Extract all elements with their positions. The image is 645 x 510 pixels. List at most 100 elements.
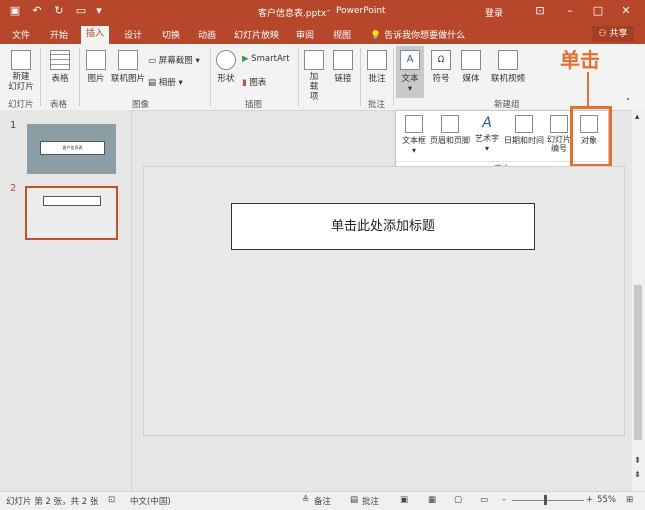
links-button[interactable]: 链接: [330, 50, 356, 84]
picture-icon: [86, 50, 106, 70]
tell-me-text: 告诉我你想要做什么: [384, 31, 466, 41]
click-callout-text: 单击: [560, 48, 600, 72]
spell-check-icon[interactable]: ⊡: [108, 495, 115, 505]
new-slide-button[interactable]: 新建 幻灯片: [4, 50, 38, 92]
chart-button[interactable]: ▮ 图表: [242, 76, 266, 88]
slide-number-icon: [550, 115, 568, 133]
shapes-label: 形状: [217, 74, 235, 84]
textbox-button[interactable]: 文本框 ▾: [400, 115, 428, 155]
scrollbar-thumb[interactable]: [634, 285, 642, 440]
group-label-slides: 幻灯片: [8, 100, 34, 110]
wordart-button[interactable]: A 艺术字 ▾: [472, 115, 502, 153]
minimize-icon[interactable]: –: [560, 3, 580, 19]
speaker-icon: [461, 50, 481, 70]
screenshot-label: 屏幕截图: [158, 56, 193, 66]
omega-icon: Ω: [431, 50, 451, 70]
slide2-title-placeholder: [43, 196, 101, 206]
symbols-button[interactable]: Ω 符号: [428, 50, 454, 84]
zoom-level[interactable]: 55%: [597, 495, 616, 505]
photo-album-button[interactable]: ▤ 相册 ▾: [148, 76, 183, 88]
ribbon-insert: 新建 幻灯片 幻灯片 表格 表格 图片 联机图片 ▭ 屏幕截图 ▾ ▤ 相册 ▾…: [0, 44, 645, 111]
slide-number-2: 2: [10, 183, 17, 194]
status-bar: 幻灯片 第 2 张，共 2 张 ⊡ 中文(中国) ≙ 备注 ▤ 批注 ▣ ▦ ▢…: [0, 491, 645, 510]
next-slide-icon[interactable]: ⇟: [634, 470, 641, 480]
ribbon-display-options-icon[interactable]: ⊡: [530, 3, 550, 19]
normal-view-icon[interactable]: ▣: [400, 495, 408, 505]
media-button[interactable]: 媒体: [458, 50, 484, 84]
callout-line: [587, 72, 589, 106]
zoom-in-icon[interactable]: +: [586, 495, 593, 505]
pictures-label: 图片: [87, 74, 105, 84]
comments-button[interactable]: 批注: [362, 495, 379, 507]
date-time-button[interactable]: 日期和时间: [502, 115, 546, 146]
tab-home[interactable]: 开始: [50, 28, 68, 42]
textbox-icon: [405, 115, 423, 133]
slideshow-icon[interactable]: ▭: [480, 495, 488, 505]
links-label: 链接: [334, 74, 352, 84]
group-label-tables: 表格: [50, 100, 68, 110]
customize-toolbar-icon[interactable]: ▾: [92, 4, 106, 18]
online-video-button[interactable]: 联机视频: [490, 50, 526, 84]
text-label: 文本: [401, 74, 419, 84]
addins-button[interactable]: 加载项: [302, 50, 326, 102]
tab-review[interactable]: 审阅: [296, 28, 314, 42]
redo-icon[interactable]: ↻: [52, 4, 66, 18]
zoom-slider[interactable]: [512, 500, 584, 501]
slide-thumbnail-2[interactable]: [25, 186, 118, 240]
pictures-button[interactable]: 图片: [84, 50, 108, 84]
online-pictures-label: 联机图片: [110, 74, 145, 84]
slide-number-label: 幻灯片 编号: [547, 135, 571, 153]
zoom-out-icon[interactable]: –: [502, 495, 506, 505]
slide-sorter-icon[interactable]: ▦: [428, 495, 436, 505]
maximize-icon[interactable]: □: [588, 3, 608, 19]
group-separator: [40, 48, 41, 106]
shapes-button[interactable]: 形状: [214, 50, 238, 84]
notes-button[interactable]: 备注: [314, 495, 331, 507]
addins-label: 加载项: [309, 72, 319, 102]
undo-icon[interactable]: ↶: [30, 4, 44, 18]
comment-button[interactable]: 批注: [364, 50, 390, 84]
fit-to-window-icon[interactable]: ⊞: [626, 495, 633, 505]
reading-view-icon[interactable]: ▢: [454, 495, 462, 505]
previous-slide-icon[interactable]: ⇞: [634, 456, 641, 466]
tell-me-search[interactable]: 💡 告诉我你想要做什么: [370, 28, 465, 41]
table-button[interactable]: 表格: [46, 50, 74, 84]
link-icon: [333, 50, 353, 70]
tab-slideshow[interactable]: 幻灯片放映: [234, 28, 279, 42]
tab-file[interactable]: 文件: [12, 28, 30, 42]
tab-transitions[interactable]: 切换: [162, 28, 180, 42]
tab-design[interactable]: 设计: [124, 28, 142, 42]
scroll-up-icon[interactable]: ▴: [635, 112, 639, 122]
share-button[interactable]: ⚇ 共享: [592, 26, 634, 42]
wordart-label: 艺术字: [475, 134, 499, 143]
tab-view[interactable]: 视图: [333, 28, 351, 42]
online-pictures-button[interactable]: 联机图片: [110, 50, 146, 84]
zoom-slider-thumb[interactable]: [544, 495, 547, 505]
title-placeholder[interactable]: 单击此处添加标题: [231, 203, 535, 250]
smartart-button[interactable]: ▶ SmartArt: [242, 54, 290, 64]
app-separator: -: [327, 6, 331, 16]
slide1-title: 客户信息表: [40, 141, 105, 155]
tab-animations[interactable]: 动画: [198, 28, 216, 42]
login-link[interactable]: 登录: [485, 6, 503, 19]
save-icon[interactable]: ▣: [8, 4, 22, 18]
chevron-down-icon: ▾: [411, 146, 416, 155]
chevron-down-icon: ▾: [407, 84, 413, 94]
title-bar: ▣ ↶ ↻ ▭ ▾ 客户信息表.pptx - PowerPoint 登录 ⊡ –…: [0, 0, 645, 24]
header-footer-button[interactable]: 页眉和页脚: [428, 115, 472, 146]
language-status[interactable]: 中文(中国): [130, 495, 171, 507]
comment-icon: [367, 50, 387, 70]
share-label: 共享: [609, 29, 628, 39]
screenshot-button[interactable]: ▭ 屏幕截图 ▾: [148, 54, 200, 66]
close-icon[interactable]: ✕: [616, 3, 636, 19]
collapse-ribbon-icon[interactable]: ˄: [626, 98, 630, 108]
slide-number-button[interactable]: 幻灯片 编号: [546, 115, 572, 153]
slide-thumbnail-1[interactable]: 客户信息表: [27, 124, 116, 174]
start-from-beginning-icon[interactable]: ▭: [74, 4, 88, 18]
person-icon: ⚇: [598, 29, 607, 39]
textbox-label: 文本框: [402, 136, 426, 145]
text-button[interactable]: A 文本 ▾: [396, 46, 424, 98]
group-separator: [393, 48, 394, 106]
tab-insert[interactable]: 插入: [81, 26, 110, 44]
table-icon: [50, 50, 70, 70]
